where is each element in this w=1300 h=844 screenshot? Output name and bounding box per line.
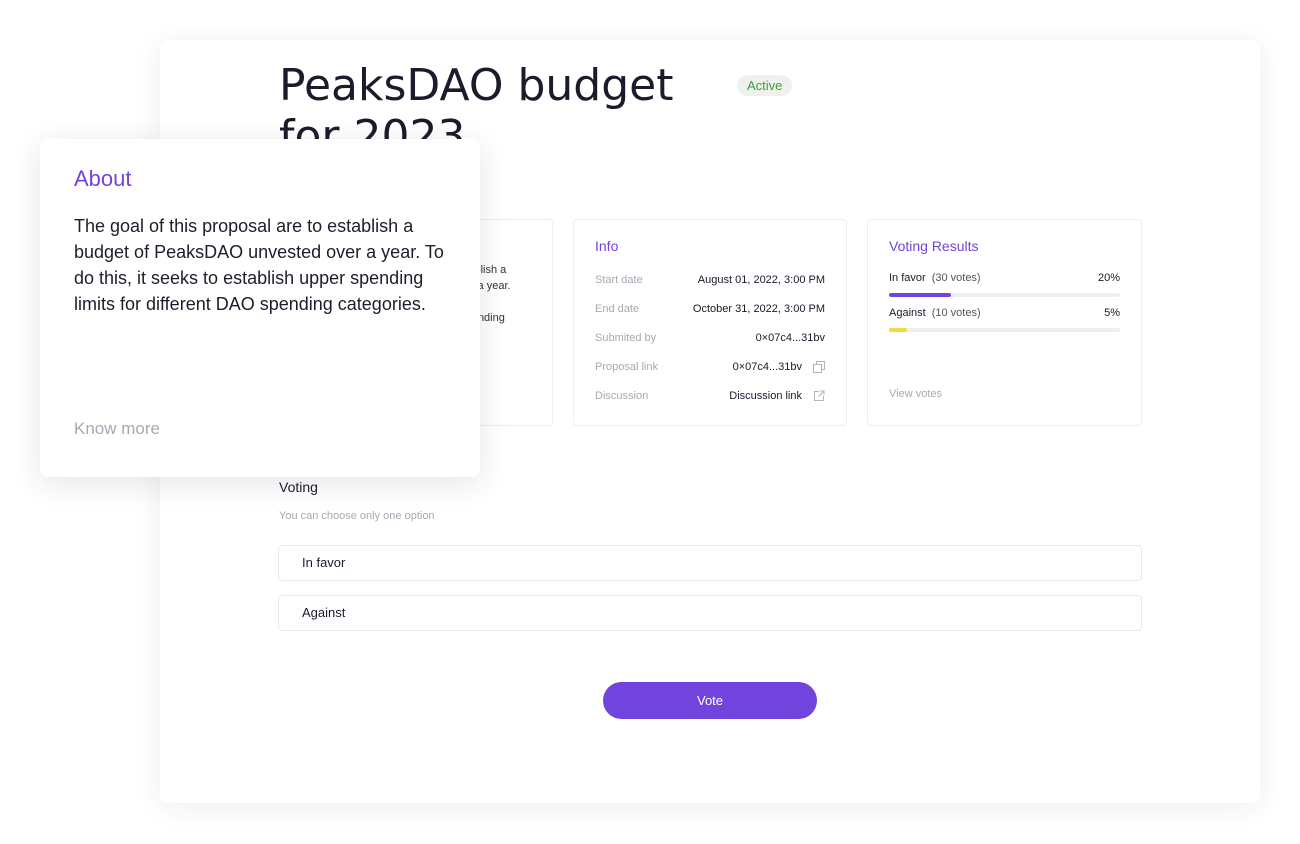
vote-button[interactable]: Vote <box>603 682 817 719</box>
discussion-link[interactable]: Discussion link <box>729 390 825 402</box>
proposal-link[interactable]: 0×07c4...31bv <box>733 361 825 373</box>
info-label: Submited by <box>595 332 657 344</box>
info-row-submitted-by: Submited by 0×07c4...31bv <box>595 330 825 346</box>
result-against: Against (10 votes) 5% <box>889 307 1120 323</box>
view-votes-link[interactable]: View votes <box>889 388 942 400</box>
status-badge: Active <box>737 75 793 96</box>
info-heading: Info <box>595 238 619 254</box>
result-label: In favor <box>889 272 926 284</box>
result-in-favor: In favor (30 votes) 20% <box>889 272 1120 288</box>
against-bar <box>889 328 1120 332</box>
result-votes: (30 votes) <box>931 272 981 284</box>
info-label: Proposal link <box>595 361 658 373</box>
about-text: The goal of this proposal are to establi… <box>74 216 444 314</box>
results-heading: Voting Results <box>889 238 979 254</box>
info-row-start-date: Start date August 01, 2022, 3:00 PM <box>595 272 825 288</box>
result-percent: 20% <box>1097 272 1120 284</box>
info-value: August 01, 2022, 3:00 PM <box>697 274 825 286</box>
info-label: Discussion <box>595 390 649 402</box>
result-votes: (10 votes) <box>931 307 981 319</box>
info-value: October 31, 2022, 3:00 PM <box>692 303 825 315</box>
info-card: Info Start date August 01, 2022, 3:00 PM… <box>573 219 847 426</box>
submitter-address[interactable]: 0×07c4...31bv <box>756 332 825 344</box>
about-title: About <box>74 166 132 191</box>
voting-hint: You can choose only one option <box>279 510 435 522</box>
info-row-end-date: End date October 31, 2022, 3:00 PM <box>595 301 825 317</box>
vote-option-in-favor[interactable]: In favor <box>278 545 1142 581</box>
info-label: End date <box>595 303 640 315</box>
in-favor-bar <box>889 293 1120 297</box>
info-row-proposal-link: Proposal link 0×07c4...31bv <box>595 359 825 375</box>
result-label: Against <box>889 307 926 319</box>
external-link-icon[interactable] <box>813 390 825 402</box>
vote-option-against[interactable]: Against <box>278 595 1142 631</box>
in-favor-bar-fill <box>889 293 952 297</box>
voting-heading: Voting <box>279 479 318 495</box>
result-percent: 5% <box>1104 307 1120 319</box>
info-row-discussion: Discussion Discussion link <box>595 388 825 404</box>
info-label: Start date <box>595 274 643 286</box>
voting-results-card: Voting Results In favor (30 votes) 20% Ag… <box>867 219 1142 426</box>
against-bar-fill <box>889 328 908 332</box>
copy-icon[interactable] <box>813 361 825 373</box>
know-more-link[interactable]: Know more <box>74 419 160 439</box>
about-popup: About The goal of this proposal are to e… <box>40 139 480 477</box>
